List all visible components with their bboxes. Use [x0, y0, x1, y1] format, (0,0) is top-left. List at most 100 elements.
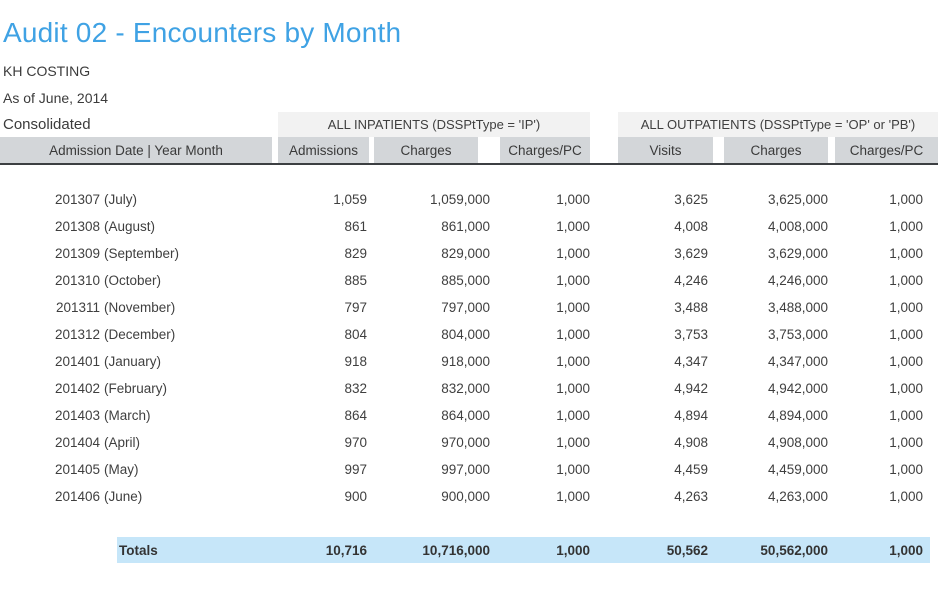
cell-op-visits: 4,942 [618, 375, 718, 402]
bottom-gap-row [0, 510, 938, 537]
cell-spacer [590, 348, 618, 375]
cell-year-month-code: 201403 [0, 408, 100, 423]
cell-op-charges: 4,008,000 [718, 213, 830, 240]
cell-op-charges: 4,246,000 [718, 267, 830, 294]
cell-spacer [590, 429, 618, 456]
cell-op-charges-pc: 1,000 [830, 483, 938, 510]
table-row: 201309(September) 829 829,000 1,000 3,62… [0, 240, 938, 267]
cell-month-name: (July) [100, 192, 137, 207]
table-row: 201405(May) 997 997,000 1,000 4,459 4,45… [0, 456, 938, 483]
cell-op-charges-pc: 1,000 [830, 456, 938, 483]
cell-ip-charges: 885,000 [369, 267, 490, 294]
cell-op-charges: 4,894,000 [718, 402, 830, 429]
cell-ip-charges: 900,000 [369, 483, 490, 510]
cell-ip-admissions: 861 [272, 213, 369, 240]
cell-op-charges: 3,629,000 [718, 240, 830, 267]
cell-ip-charges-pc: 1,000 [490, 213, 590, 240]
report-subtitles: KH COSTING As of June, 2014 [0, 58, 942, 112]
col-admissions: Admissions [278, 137, 369, 163]
cell-op-charges-pc: 1,000 [830, 267, 938, 294]
cell-op-charges-pc: 1,000 [830, 186, 938, 213]
cell-ip-admissions: 864 [272, 402, 369, 429]
report-entity: KH COSTING [3, 58, 942, 85]
cell-ip-admissions: 829 [272, 240, 369, 267]
table-row: 201310(October) 885 885,000 1,000 4,246 … [0, 267, 938, 294]
table-row: 201403(March) 864 864,000 1,000 4,894 4,… [0, 402, 938, 429]
totals-label: Totals [0, 537, 272, 563]
cell-ip-charges-pc: 1,000 [490, 294, 590, 321]
cell-op-visits: 4,008 [618, 213, 718, 240]
table-body: 201307(July) 1,059 1,059,000 1,000 3,625… [0, 186, 938, 510]
col-ip-charges: Charges [374, 137, 478, 163]
cell-op-charges: 4,908,000 [718, 429, 830, 456]
col-op-charges: Charges [724, 137, 828, 163]
cell-spacer [590, 375, 618, 402]
cell-ip-charges: 864,000 [369, 402, 490, 429]
cell-ip-charges: 797,000 [369, 294, 490, 321]
cell-op-charges: 3,625,000 [718, 186, 830, 213]
cell-ip-charges-pc: 1,000 [490, 240, 590, 267]
cell-spacer [590, 483, 618, 510]
totals-spacer [590, 537, 618, 563]
cell-op-charges-pc: 1,000 [830, 375, 938, 402]
cell-month-name: (October) [100, 273, 161, 288]
cell-year-month-code: 201312 [0, 327, 100, 342]
totals-ip-admissions: 10,716 [272, 537, 369, 563]
table-row: 201307(July) 1,059 1,059,000 1,000 3,625… [0, 186, 938, 213]
cell-op-visits: 4,459 [618, 456, 718, 483]
cell-spacer [590, 240, 618, 267]
table-row: 201406(June) 900 900,000 1,000 4,263 4,2… [0, 483, 938, 510]
column-header-row: Admission Date | Year Month Admissions C… [0, 137, 938, 163]
cell-year-month-code: 201402 [0, 381, 100, 396]
cell-ip-charges-pc: 1,000 [490, 375, 590, 402]
totals-op-charges: 50,562,000 [718, 537, 830, 563]
table-row: 201311(November) 797 797,000 1,000 3,488… [0, 294, 938, 321]
report-page: Audit 02 - Encounters by Month KH COSTIN… [0, 16, 942, 595]
cell-year-month-code: 201401 [0, 354, 100, 369]
cell-spacer [590, 321, 618, 348]
col-admission-date-year-month: Admission Date | Year Month [0, 137, 272, 163]
table-footer: Totals 10,716 10,716,000 1,000 50,562 50… [0, 510, 938, 563]
cell-ip-charges-pc: 1,000 [490, 321, 590, 348]
outpatients-group-header: ALL OUTPATIENTS (DSSPtType = 'OP' or 'PB… [618, 112, 938, 137]
cell-spacer [590, 402, 618, 429]
encounters-table: Consolidated ALL INPATIENTS (DSSPtType =… [0, 112, 938, 563]
cell-op-charges-pc: 1,000 [830, 294, 938, 321]
cell-op-charges: 4,459,000 [718, 456, 830, 483]
cell-spacer [590, 267, 618, 294]
cell-ip-admissions: 1,059 [272, 186, 369, 213]
col-ip-charges-pc: Charges/PC [500, 137, 590, 163]
table-row: 201308(August) 861 861,000 1,000 4,008 4… [0, 213, 938, 240]
cell-ip-admissions: 832 [272, 375, 369, 402]
cell-op-visits: 4,908 [618, 429, 718, 456]
cell-ip-charges: 1,059,000 [369, 186, 490, 213]
cell-op-visits: 4,263 [618, 483, 718, 510]
cell-month-name: (January) [100, 354, 161, 369]
cell-ip-charges-pc: 1,000 [490, 456, 590, 483]
cell-ip-charges-pc: 1,000 [490, 402, 590, 429]
cell-ip-charges-pc: 1,000 [490, 267, 590, 294]
cell-month-name: (February) [100, 381, 167, 396]
cell-year-month-code: 201307 [0, 192, 100, 207]
cell-month-name: (December) [100, 327, 175, 342]
page-title: Audit 02 - Encounters by Month [3, 16, 942, 50]
cell-ip-charges-pc: 1,000 [490, 483, 590, 510]
col-visits: Visits [618, 137, 713, 163]
cell-op-charges: 4,942,000 [718, 375, 830, 402]
cell-op-charges-pc: 1,000 [830, 429, 938, 456]
cell-ip-admissions: 997 [272, 456, 369, 483]
cell-op-visits: 3,753 [618, 321, 718, 348]
cell-op-charges-pc: 1,000 [830, 321, 938, 348]
col-op-charges-pc: Charges/PC [835, 137, 938, 163]
cell-ip-charges: 918,000 [369, 348, 490, 375]
group-header-row: Consolidated ALL INPATIENTS (DSSPtType =… [0, 112, 938, 137]
cell-year-month-code: 201404 [0, 435, 100, 450]
cell-ip-admissions: 900 [272, 483, 369, 510]
cell-ip-admissions: 918 [272, 348, 369, 375]
cell-month-name: (March) [100, 408, 151, 423]
cell-op-visits: 4,246 [618, 267, 718, 294]
cell-op-charges: 4,347,000 [718, 348, 830, 375]
cell-spacer [590, 456, 618, 483]
cell-month-name: (April) [100, 435, 140, 450]
cell-ip-charges-pc: 1,000 [490, 429, 590, 456]
